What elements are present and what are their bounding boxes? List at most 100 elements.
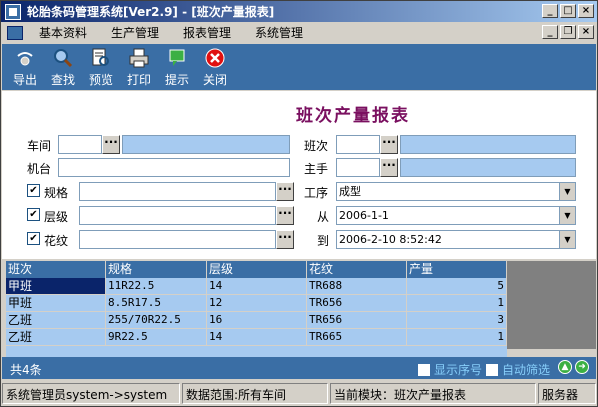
- level-label: 层级: [44, 210, 69, 224]
- cell-shift[interactable]: 乙班: [6, 312, 106, 328]
- process-select[interactable]: 成型 ▼: [336, 182, 576, 201]
- cell-spec[interactable]: 8.5R17.5: [106, 295, 207, 311]
- mdi-restore-button[interactable]: ❐: [560, 25, 576, 39]
- level-lookup-button[interactable]: ···: [276, 206, 294, 225]
- workshop-label: 车间: [27, 139, 52, 153]
- col-header-level[interactable]: 层级: [207, 261, 307, 278]
- window-title: 轮胎条码管理系统[Ver2.9] - [班次产量报表]: [27, 5, 275, 19]
- status-module: 当前模块：班次产量报表: [330, 383, 536, 404]
- col-header-spec[interactable]: 规格: [106, 261, 207, 278]
- level-checkbox[interactable]: ✔: [27, 208, 40, 221]
- filter-panel: 班次产量报表 车间 ··· 机台 ✔ 规格 ··· ✔ 层级 ··· ✔ 花纹 …: [2, 91, 596, 259]
- mdi-minimize-button[interactable]: _: [542, 25, 558, 39]
- footer-bar: 共4条 显示序号 自动筛选 ▲ ➜: [2, 357, 596, 379]
- mdi-child-icon[interactable]: [7, 25, 23, 40]
- menu-basic-data[interactable]: 基本资料: [29, 24, 97, 41]
- export-icon: [15, 48, 35, 68]
- chevron-down-icon[interactable]: ▼: [559, 183, 575, 200]
- operator-label: 主手: [304, 162, 329, 176]
- table-row[interactable]: 乙班 9R22.5 14 TR665 1: [6, 329, 507, 346]
- mdi-close-button[interactable]: ×: [578, 25, 594, 39]
- cell-pattern[interactable]: TR656: [307, 312, 407, 328]
- show-seq-checkbox[interactable]: [418, 363, 430, 376]
- machine-label: 机台: [27, 162, 52, 176]
- nav-next-icon[interactable]: ➜: [575, 360, 589, 374]
- export-button[interactable]: 导出: [6, 44, 44, 90]
- cell-level[interactable]: 14: [207, 329, 307, 345]
- print-button[interactable]: 打印: [120, 44, 158, 90]
- to-date-picker[interactable]: 2006-2-10 8:52:42 ▼: [336, 230, 576, 249]
- close-icon: [205, 48, 225, 68]
- col-header-output[interactable]: 产量: [407, 261, 507, 278]
- cell-pattern[interactable]: TR656: [307, 295, 407, 311]
- toolbar: 导出 查找 预览 打印 提示 关闭: [2, 44, 596, 90]
- cell-spec[interactable]: 11R22.5: [106, 278, 207, 294]
- cell-level[interactable]: 16: [207, 312, 307, 328]
- workshop-code-field[interactable]: [58, 135, 102, 154]
- shift-name-field: [400, 135, 576, 154]
- menu-bar: 基本资料 生产管理 报表管理 系统管理 _ ❐ ×: [1, 23, 597, 42]
- status-user: 系统管理员system->system: [2, 383, 180, 404]
- menu-production[interactable]: 生产管理: [101, 24, 169, 41]
- shift-lookup-button[interactable]: ···: [380, 135, 398, 154]
- from-date-picker[interactable]: 2006-1-1 ▼: [336, 206, 576, 225]
- shift-code-field[interactable]: [336, 135, 380, 154]
- pattern-lookup-button[interactable]: ···: [276, 230, 294, 249]
- minimize-button[interactable]: _: [542, 4, 558, 18]
- cell-pattern[interactable]: TR688: [307, 278, 407, 294]
- cell-spec[interactable]: 255/70R22.5: [106, 312, 207, 328]
- cell-output[interactable]: 5: [407, 278, 507, 294]
- from-label: 从: [317, 210, 330, 224]
- spec-checkbox[interactable]: ✔: [27, 184, 40, 197]
- cell-pattern[interactable]: TR665: [307, 329, 407, 345]
- auto-filter-option[interactable]: 自动筛选: [486, 361, 550, 378]
- chevron-down-icon[interactable]: ▼: [559, 231, 575, 248]
- cell-level[interactable]: 12: [207, 295, 307, 311]
- nav-up-icon[interactable]: ▲: [558, 360, 572, 374]
- cell-shift[interactable]: 乙班: [6, 329, 106, 345]
- menu-system[interactable]: 系统管理: [245, 24, 313, 41]
- cell-shift[interactable]: 甲班: [6, 295, 106, 311]
- spec-field[interactable]: [79, 182, 276, 201]
- status-scope: 数据范围:所有车间: [182, 383, 328, 404]
- spec-lookup-button[interactable]: ···: [276, 182, 294, 201]
- auto-filter-checkbox[interactable]: [486, 363, 498, 376]
- machine-field[interactable]: [58, 158, 290, 177]
- app-icon: [5, 3, 21, 20]
- workshop-name-field: [122, 135, 290, 154]
- workshop-lookup-button[interactable]: ···: [102, 135, 120, 154]
- cell-shift[interactable]: 甲班: [6, 278, 106, 294]
- menu-reports[interactable]: 报表管理: [173, 24, 241, 41]
- title-bar[interactable]: 轮胎条码管理系统[Ver2.9] - [班次产量报表] _ □ ×: [1, 1, 597, 22]
- search-icon: [53, 48, 73, 68]
- cell-output[interactable]: 1: [407, 295, 507, 311]
- pattern-checkbox[interactable]: ✔: [27, 232, 40, 245]
- spec-label: 规格: [44, 186, 69, 200]
- pattern-field[interactable]: [79, 230, 276, 249]
- operator-code-field[interactable]: [336, 158, 380, 177]
- table-row[interactable]: 乙班 255/70R22.5 16 TR656 3: [6, 312, 507, 329]
- col-header-pattern[interactable]: 花纹: [307, 261, 407, 278]
- table-row[interactable]: 甲班 8.5R17.5 12 TR656 1: [6, 295, 507, 312]
- cell-output[interactable]: 1: [407, 329, 507, 345]
- chevron-down-icon[interactable]: ▼: [559, 207, 575, 224]
- cell-level[interactable]: 14: [207, 278, 307, 294]
- table-row[interactable]: 甲班 11R22.5 14 TR688 5: [6, 278, 507, 295]
- operator-lookup-button[interactable]: ···: [380, 158, 398, 177]
- maximize-button[interactable]: □: [560, 4, 576, 18]
- close-window-button[interactable]: ×: [578, 4, 594, 18]
- col-header-shift[interactable]: 班次: [6, 261, 106, 278]
- level-field[interactable]: [79, 206, 276, 225]
- results-grid[interactable]: 班次 规格 层级 花纹 产量 甲班 11R22.5 14 TR688 5 甲班 …: [6, 261, 507, 349]
- app-window: 轮胎条码管理系统[Ver2.9] - [班次产量报表] _ □ × 基本资料 生…: [0, 0, 598, 407]
- pattern-label: 花纹: [44, 234, 69, 248]
- hint-button[interactable]: 提示: [158, 44, 196, 90]
- cell-output[interactable]: 3: [407, 312, 507, 328]
- cell-spec[interactable]: 9R22.5: [106, 329, 207, 345]
- preview-button[interactable]: 预览: [82, 44, 120, 90]
- to-label: 到: [317, 234, 330, 248]
- print-icon: [129, 48, 149, 68]
- close-button[interactable]: 关闭: [196, 44, 234, 90]
- show-seq-option[interactable]: 显示序号: [418, 361, 482, 378]
- search-button[interactable]: 查找: [44, 44, 82, 90]
